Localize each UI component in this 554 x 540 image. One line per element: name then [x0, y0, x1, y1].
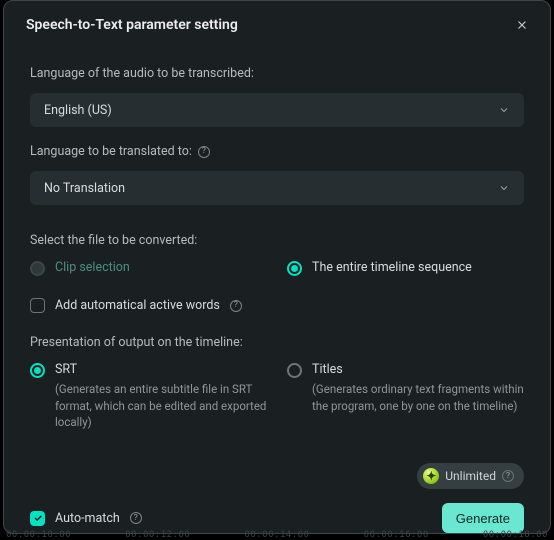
plus-icon: ✦	[423, 468, 439, 484]
file-source-group: Clip selection The entire timeline seque…	[30, 260, 524, 276]
clip-selection-radio	[30, 261, 45, 276]
timeline-sequence-label: The entire timeline sequence	[312, 260, 472, 275]
audio-lang-value: English (US)	[44, 103, 112, 118]
title-bar: Speech-to-Text parameter setting	[4, 1, 550, 43]
translate-lang-select[interactable]: No Translation	[30, 171, 524, 205]
unlimited-label: Unlimited	[445, 469, 496, 483]
generate-button[interactable]: Generate	[442, 503, 524, 533]
auto-match-label: Auto-match	[55, 511, 120, 526]
timeline-mark: 00:00:14:00	[244, 530, 309, 540]
titles-label: Titles	[312, 362, 524, 377]
check-icon	[33, 513, 43, 523]
clip-selection-label: Clip selection	[55, 260, 130, 275]
auto-words-row[interactable]: Add automatical active words ?	[30, 298, 524, 313]
srt-option[interactable]: SRT (Generates an entire subtitle file i…	[30, 362, 267, 431]
chevron-down-icon	[498, 182, 510, 194]
audio-lang-label: Language of the audio to be transcribed:	[30, 66, 524, 81]
auto-match-row[interactable]: Auto-match ?	[30, 511, 142, 526]
translate-lang-value: No Translation	[44, 181, 125, 196]
presentation-label: Presentation of output on the timeline:	[30, 335, 524, 350]
timeline-mark: 00:00:12:00	[125, 530, 190, 540]
srt-radio[interactable]	[30, 363, 45, 378]
clip-selection-option: Clip selection	[30, 260, 267, 276]
badge-row: ✦ Unlimited ?	[30, 463, 524, 489]
dialog-title: Speech-to-Text parameter setting	[26, 17, 238, 33]
timeline-sequence-option[interactable]: The entire timeline sequence	[287, 260, 524, 276]
bottom-row: Auto-match ? Generate	[30, 503, 524, 533]
help-icon[interactable]: ?	[230, 300, 242, 312]
auto-words-checkbox[interactable]	[30, 298, 45, 313]
translate-lang-label-text: Language to be translated to:	[30, 144, 192, 159]
select-file-label: Select the file to be converted:	[30, 233, 524, 248]
titles-radio[interactable]	[287, 363, 302, 378]
stt-settings-dialog: Speech-to-Text parameter setting Languag…	[3, 0, 551, 534]
help-icon[interactable]: ?	[502, 470, 514, 482]
help-icon[interactable]: ?	[198, 146, 210, 158]
unlimited-badge[interactable]: ✦ Unlimited ?	[417, 463, 524, 489]
timeline-sequence-radio[interactable]	[287, 261, 302, 276]
close-icon	[515, 18, 529, 32]
srt-label: SRT	[55, 362, 267, 377]
timeline-mark: 00:00:16:00	[364, 530, 429, 540]
close-button[interactable]	[512, 15, 532, 35]
dialog-content: Language of the audio to be transcribed:…	[4, 43, 550, 533]
translate-lang-label: Language to be translated to: ?	[30, 144, 524, 159]
timeline-mark: 00:00:10:00	[6, 530, 71, 540]
output-group: SRT (Generates an entire subtitle file i…	[30, 362, 524, 431]
timeline-ruler: 00:00:10:00 00:00:12:00 00:00:14:00 00:0…	[0, 530, 554, 540]
audio-lang-select[interactable]: English (US)	[30, 93, 524, 127]
auto-match-checkbox[interactable]	[30, 511, 45, 526]
titles-desc: (Generates ordinary text fragments withi…	[312, 381, 524, 414]
help-icon[interactable]: ?	[130, 512, 142, 524]
titles-option[interactable]: Titles (Generates ordinary text fragment…	[287, 362, 524, 431]
srt-desc: (Generates an entire subtitle file in SR…	[55, 381, 267, 431]
auto-words-label: Add automatical active words	[55, 298, 220, 313]
chevron-down-icon	[498, 104, 510, 116]
timeline-mark: 00:00:18:00	[483, 530, 548, 540]
